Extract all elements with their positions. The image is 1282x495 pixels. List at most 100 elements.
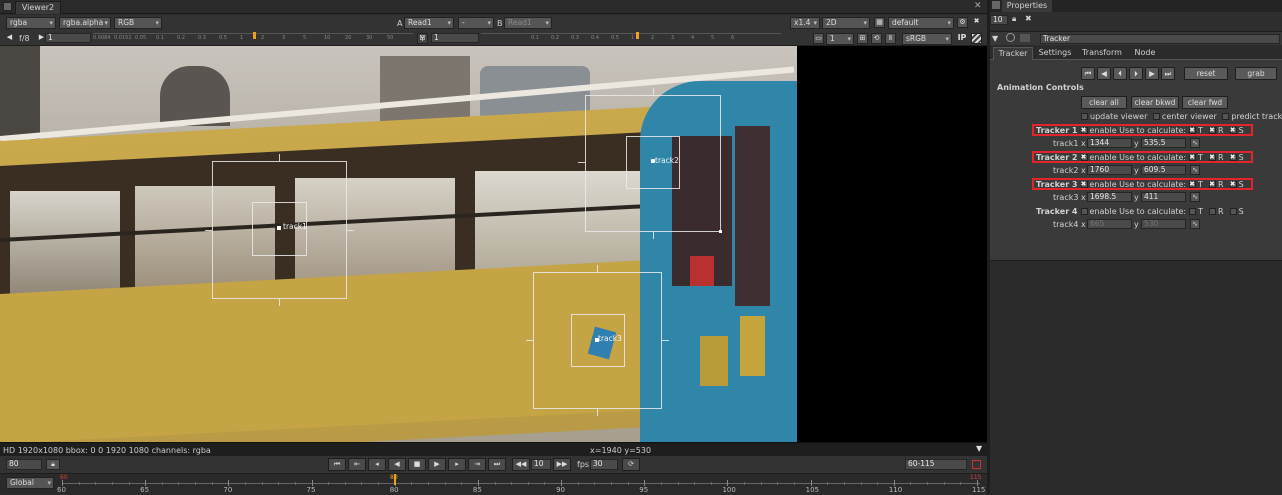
pause-icon[interactable]: Ⅱ xyxy=(885,33,896,44)
next-keyframe-button[interactable]: ⇥ xyxy=(468,458,486,471)
settings-icon[interactable]: ⚙ xyxy=(957,17,968,28)
tracker-enable-checkbox[interactable] xyxy=(1080,125,1088,135)
track-x-field[interactable]: 1698.5 xyxy=(1087,192,1132,202)
clear-icon[interactable]: ✖ xyxy=(971,17,982,28)
colorspace-dropdown[interactable]: sRGB xyxy=(902,33,952,45)
track-x-field[interactable]: 1344 xyxy=(1087,138,1132,148)
predict-track-checkbox[interactable] xyxy=(1222,113,1230,120)
timeline-track[interactable]: 60 65 70 75 80 85 90 95 100 105 110 115 80 60 115 xyxy=(57,474,985,495)
tracker-enable-checkbox[interactable] xyxy=(1080,179,1088,189)
clear-bkwd-button[interactable]: clear bkwd xyxy=(1131,96,1179,109)
translate-checkbox[interactable] xyxy=(1189,208,1197,215)
gain-ruler[interactable]: 0.0084 0.0152 0.05 0.1 0.2 0.3 0.5 1 2 3 5 10 20 30 50 xyxy=(93,32,413,44)
last-frame-button[interactable]: ⏭ xyxy=(488,458,506,471)
lut-dropdown[interactable]: default xyxy=(888,17,954,29)
gain-slider-handle[interactable] xyxy=(253,32,256,39)
tracker-enable-checkbox[interactable] xyxy=(1080,208,1088,215)
range-lock-icon[interactable] xyxy=(972,460,981,469)
track-backward-button[interactable]: ◀ xyxy=(1097,67,1111,80)
step-forward-increment-button[interactable]: ▶▶ xyxy=(553,458,571,471)
info-menu-icon[interactable]: ▼ xyxy=(976,444,982,453)
gamma-slider-handle[interactable] xyxy=(636,32,639,39)
gamma-ruler[interactable]: 0.1 0.2 0.3 0.4 0.5 1 2 3 4 5 6 xyxy=(481,32,781,44)
track-x-field[interactable]: 1760 xyxy=(1087,165,1132,175)
curve-editor-icon[interactable]: ∿ xyxy=(1190,192,1200,202)
gain-field[interactable]: 1 xyxy=(45,33,91,43)
tracker-enable-checkbox[interactable] xyxy=(1080,152,1088,162)
scale-checkbox[interactable] xyxy=(1229,152,1237,162)
lut-icon[interactable]: ▦ xyxy=(874,17,885,28)
roi-icon[interactable]: ⊞ xyxy=(857,33,868,44)
node-name-field[interactable]: Tracker xyxy=(1040,34,1280,44)
translate-checkbox[interactable] xyxy=(1189,125,1197,135)
step-back-increment-button[interactable]: ◀◀ xyxy=(512,458,530,471)
translate-checkbox[interactable] xyxy=(1189,152,1197,162)
track-to-start-button[interactable]: ⏮ xyxy=(1081,67,1095,80)
center-viewer-checkbox[interactable] xyxy=(1152,113,1160,120)
grab-button[interactable]: grab xyxy=(1235,67,1277,80)
viewer-tab[interactable]: Viewer2 xyxy=(15,1,61,14)
viewer-canvas[interactable]: track1 track2 track3 xyxy=(0,46,987,442)
clear-all-button[interactable]: clear all xyxy=(1081,96,1127,109)
refresh-icon[interactable]: ⟲ xyxy=(871,33,882,44)
tab-node[interactable]: Node xyxy=(1130,47,1160,60)
first-frame-button[interactable]: ⏮ xyxy=(328,458,346,471)
lock-panel-icon[interactable]: 🔒︎ xyxy=(1012,14,1016,24)
curve-editor-icon[interactable]: ∿ xyxy=(1190,165,1200,175)
tab-settings[interactable]: Settings xyxy=(1035,47,1075,60)
track1-center[interactable] xyxy=(277,226,281,230)
timeline-range-dropdown[interactable]: Global xyxy=(6,477,54,489)
proxy-icon[interactable]: ▭ xyxy=(813,33,824,44)
zoom-dropdown[interactable]: x1.4 xyxy=(790,17,820,29)
stop-button[interactable]: ■ xyxy=(408,458,426,471)
viewer-toggle-icon[interactable] xyxy=(1006,33,1015,42)
track-y-field[interactable]: 530 xyxy=(1141,219,1186,229)
tab-tracker[interactable]: Tracker xyxy=(993,47,1033,60)
input-a-dropdown[interactable]: Read1 xyxy=(404,17,454,29)
increment-field[interactable]: 10 xyxy=(531,459,551,470)
wipe-mode-dropdown[interactable]: - xyxy=(458,17,494,29)
rotate-checkbox[interactable] xyxy=(1209,152,1216,162)
frame-range-field[interactable]: 60-115 xyxy=(905,459,967,470)
gamma-field[interactable]: 1 xyxy=(431,33,479,43)
track-prev-frame-button[interactable]: ⏴ xyxy=(1113,67,1127,80)
max-panels-field[interactable]: 10 xyxy=(990,15,1008,25)
ip-toggle[interactable]: IP xyxy=(955,33,969,44)
track-next-frame-button[interactable]: ⏵ xyxy=(1129,67,1143,80)
track-y-field[interactable]: 411 xyxy=(1141,192,1186,202)
track-to-end-button[interactable]: ⏭ xyxy=(1161,67,1175,80)
view-mode-dropdown[interactable]: 2D xyxy=(822,17,870,29)
track-forward-button[interactable]: ▶ xyxy=(1145,67,1159,80)
curve-editor-icon[interactable]: ∿ xyxy=(1190,219,1200,229)
scale-checkbox[interactable] xyxy=(1229,179,1237,189)
track-x-field[interactable]: 665 xyxy=(1087,219,1132,229)
rotate-checkbox[interactable] xyxy=(1209,208,1216,215)
tab-transform[interactable]: Transform xyxy=(1078,47,1126,60)
track-y-field[interactable]: 609.5 xyxy=(1141,165,1186,175)
next-frame-button[interactable]: ▸ xyxy=(448,458,466,471)
clear-fwd-button[interactable]: clear fwd xyxy=(1182,96,1228,109)
input-b-dropdown[interactable]: Read1 xyxy=(504,17,552,29)
current-frame-field[interactable]: 80 xyxy=(6,459,42,470)
play-forward-button[interactable]: ▶ xyxy=(428,458,446,471)
alpha-channel-dropdown[interactable]: rgba.alpha xyxy=(59,17,111,29)
overlay-stripes-icon[interactable] xyxy=(971,33,982,44)
curve-editor-icon[interactable]: ∿ xyxy=(1190,138,1200,148)
track2-corner-handle[interactable] xyxy=(719,230,722,233)
close-all-panels-icon[interactable]: ✖ xyxy=(1025,14,1032,23)
node-color-icon[interactable] xyxy=(1020,34,1030,42)
scale-checkbox[interactable] xyxy=(1229,208,1237,215)
properties-tab[interactable]: Properties xyxy=(1002,0,1052,12)
track-y-field[interactable]: 535.5 xyxy=(1141,138,1186,148)
gain-toggle-icon[interactable]: ◀ xyxy=(4,33,15,44)
fps-field[interactable]: 30 xyxy=(590,459,618,470)
rotate-checkbox[interactable] xyxy=(1209,179,1216,189)
viewer-menu-icon[interactable] xyxy=(3,2,12,11)
reset-button[interactable]: reset xyxy=(1184,67,1228,80)
prev-keyframe-button[interactable]: ⇤ xyxy=(348,458,366,471)
rotate-checkbox[interactable] xyxy=(1209,125,1216,135)
lock-icon[interactable]: 🔒︎ xyxy=(46,459,60,470)
collapse-icon[interactable]: ▼ xyxy=(992,34,998,43)
prev-frame-button[interactable]: ◂ xyxy=(368,458,386,471)
proxy-dropdown[interactable]: 1 xyxy=(826,33,854,45)
